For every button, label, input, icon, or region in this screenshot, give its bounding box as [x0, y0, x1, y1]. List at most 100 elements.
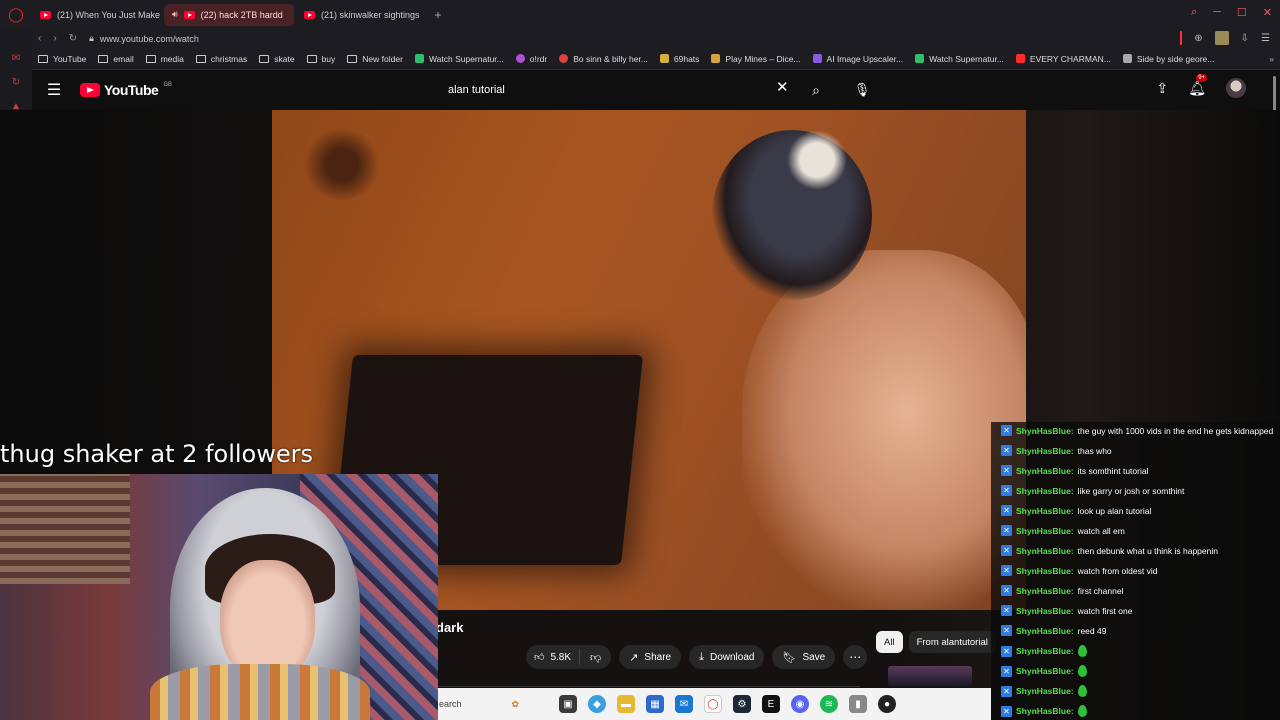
speaker-icon[interactable]: 🔊︎: [172, 9, 178, 20]
bookmark-folder[interactable]: media: [140, 54, 190, 64]
search-icon[interactable]: ⌕: [804, 74, 828, 106]
bookmark-folder[interactable]: New folder: [341, 54, 409, 64]
save-button[interactable]: 🔖︎ Save: [772, 645, 836, 669]
tab-2-active[interactable]: 🔊︎ (22) hack 2TB hardd: [164, 3, 294, 26]
emote-icon: [1077, 685, 1087, 697]
clear-search-icon[interactable]: ✕: [776, 78, 789, 96]
opera-logo-icon[interactable]: ◯: [0, 0, 32, 29]
minimize-button[interactable]: ─: [1213, 6, 1221, 19]
opera-taskbar-icon[interactable]: ◯: [704, 695, 722, 713]
folder-icon: [98, 54, 109, 63]
bookmark-folder[interactable]: christmas: [190, 54, 253, 64]
copilot-icon[interactable]: ◆: [588, 695, 606, 713]
bookmark-link[interactable]: Bo sinn & billy her...: [553, 54, 654, 64]
outlook-icon[interactable]: ✉: [675, 695, 693, 713]
extensions-icon[interactable]: ⊕: [1194, 33, 1202, 44]
task-view-icon[interactable]: ▣: [559, 695, 577, 713]
tab-3[interactable]: (21) skinwalker sightings: [296, 4, 426, 26]
epic-games-icon[interactable]: E: [762, 695, 780, 713]
chat-message: ✕ ShynHasBlue:: [1001, 665, 1087, 677]
search-highlight-icon: ✿: [511, 698, 520, 709]
youtube-play-icon: [80, 83, 100, 97]
download-icon[interactable]: ⇩: [1241, 33, 1249, 44]
notifications-icon[interactable]: 🔔︎ 9+: [1188, 73, 1208, 97]
file-explorer-icon[interactable]: ▬: [617, 695, 635, 713]
related-video-thumbnail[interactable]: [888, 666, 972, 686]
bookmark-folder[interactable]: buy: [301, 54, 342, 64]
chat-badge-icon: ✕: [1001, 665, 1012, 677]
back-icon[interactable]: ‹: [38, 33, 41, 44]
folder-icon: [347, 54, 358, 63]
bookmark-link[interactable]: EVERY CHARMAN...: [1010, 54, 1117, 64]
bookmark-link[interactable]: o!rdr: [510, 54, 553, 64]
youtube-logo[interactable]: YouTube GB: [80, 82, 172, 98]
search-input[interactable]: alan tutorial: [438, 77, 832, 103]
chat-badge-icon: ✕: [1001, 585, 1012, 596]
spotify-icon[interactable]: ≋: [820, 695, 838, 713]
account-avatar[interactable]: [1226, 78, 1246, 98]
save-label: Save: [802, 651, 826, 663]
bookmarks-overflow-icon[interactable]: »: [1269, 54, 1274, 64]
microphone-icon[interactable]: 🎙︎: [848, 76, 876, 104]
share-button[interactable]: ↗ Share: [619, 645, 682, 669]
aria-icon[interactable]: ✉: [9, 51, 23, 65]
obs-icon[interactable]: ●: [878, 695, 896, 713]
close-window-button[interactable]: ✕: [1263, 6, 1272, 19]
chat-badge-icon: ✕: [1001, 505, 1012, 516]
upload-icon[interactable]: ⇪: [1156, 80, 1168, 97]
more-actions-icon[interactable]: ⋯: [843, 645, 868, 669]
chat-message: ✕ ShynHasBlue: watch from oldest vid: [1001, 565, 1157, 576]
history-icon[interactable]: ↻: [9, 75, 23, 89]
bookmark-folder[interactable]: email: [92, 54, 139, 64]
bookmark-link[interactable]: Watch Supernatur...: [909, 54, 1010, 64]
steam-icon[interactable]: ⚙: [733, 695, 751, 713]
reload-icon[interactable]: ↻: [69, 33, 77, 44]
chat-badge-icon: ✕: [1001, 625, 1012, 636]
extension-icon[interactable]: [1214, 31, 1229, 45]
bookmark-label: buy: [321, 53, 336, 64]
dislike-button[interactable]: 👎︎: [580, 651, 611, 664]
video-actions: 👍︎ 5.8K 👎︎ ↗ Share ⤓ Download 🔖︎ Save ⋯: [526, 645, 868, 669]
bookmark-folder[interactable]: skate: [253, 54, 300, 64]
bookmark-link[interactable]: Play Mines – Dice...: [705, 54, 806, 64]
chat-message: ✕ ShynHasBlue: thas who: [1001, 445, 1112, 456]
bookmarks-bar: YouTube email media christmas skate buy …: [32, 48, 1280, 70]
like-button[interactable]: 👍︎ 5.8K: [526, 649, 581, 665]
bookmark-link[interactable]: Watch Supernatur...: [409, 54, 510, 64]
search-tabs-icon[interactable]: ⌕: [1191, 6, 1197, 19]
discord-icon[interactable]: ◉: [791, 695, 809, 713]
bookmark-label: Bo sinn & billy her...: [573, 53, 648, 64]
favicon-icon: [1015, 54, 1025, 63]
webcam-background: [0, 474, 130, 584]
bookmark-label: email: [113, 53, 134, 64]
maximize-button[interactable]: ☐: [1237, 6, 1247, 19]
hamburger-menu-icon[interactable]: ☰: [32, 80, 76, 100]
bookmark-folder[interactable]: YouTube: [32, 54, 92, 64]
chat-text: look up alan tutorial: [1077, 505, 1152, 516]
divider: [436, 686, 860, 687]
chat-badge-icon: ✕: [1001, 565, 1012, 576]
store-icon[interactable]: ▦: [646, 695, 664, 713]
url-field[interactable]: www.youtube.com/watch: [100, 34, 199, 44]
tab-label: (22) hack 2TB hardd: [200, 9, 283, 20]
recording-indicator: [1180, 31, 1183, 45]
menu-icon[interactable]: ☰: [1261, 33, 1270, 44]
forward-icon[interactable]: ›: [53, 33, 56, 44]
download-button[interactable]: ⤓ Download: [689, 645, 765, 669]
microphone-app-icon[interactable]: ▮: [849, 695, 867, 713]
chat-message: ✕ ShynHasBlue: then debunk what u think is…: [1001, 545, 1218, 556]
browser-tab-bar: ◯ (21) When You Just Make 🔊︎ (22) hack 2…: [0, 0, 1280, 29]
bookmark-link[interactable]: Side by side geore...: [1117, 54, 1221, 64]
bookmark-link[interactable]: AI Image Upscaler...: [807, 54, 910, 64]
chat-username: ShynHasBlue:: [1016, 605, 1074, 616]
chat-message: ✕ ShynHasBlue: reed 49: [1001, 625, 1106, 636]
taskbar-search[interactable]: earch ✿: [437, 691, 547, 717]
chip-from-channel[interactable]: From alantutorial: [908, 631, 996, 653]
bookmark-label: 69hats: [673, 53, 700, 64]
chat-username: ShynHasBlue:: [1016, 465, 1074, 476]
chat-message: ✕ ShynHasBlue: first channel: [1001, 585, 1123, 596]
bookmark-link[interactable]: 69hats: [654, 54, 706, 64]
tab-1[interactable]: (21) When You Just Make: [32, 4, 162, 26]
new-tab-button[interactable]: +: [428, 8, 448, 22]
chip-all[interactable]: All: [876, 631, 903, 653]
